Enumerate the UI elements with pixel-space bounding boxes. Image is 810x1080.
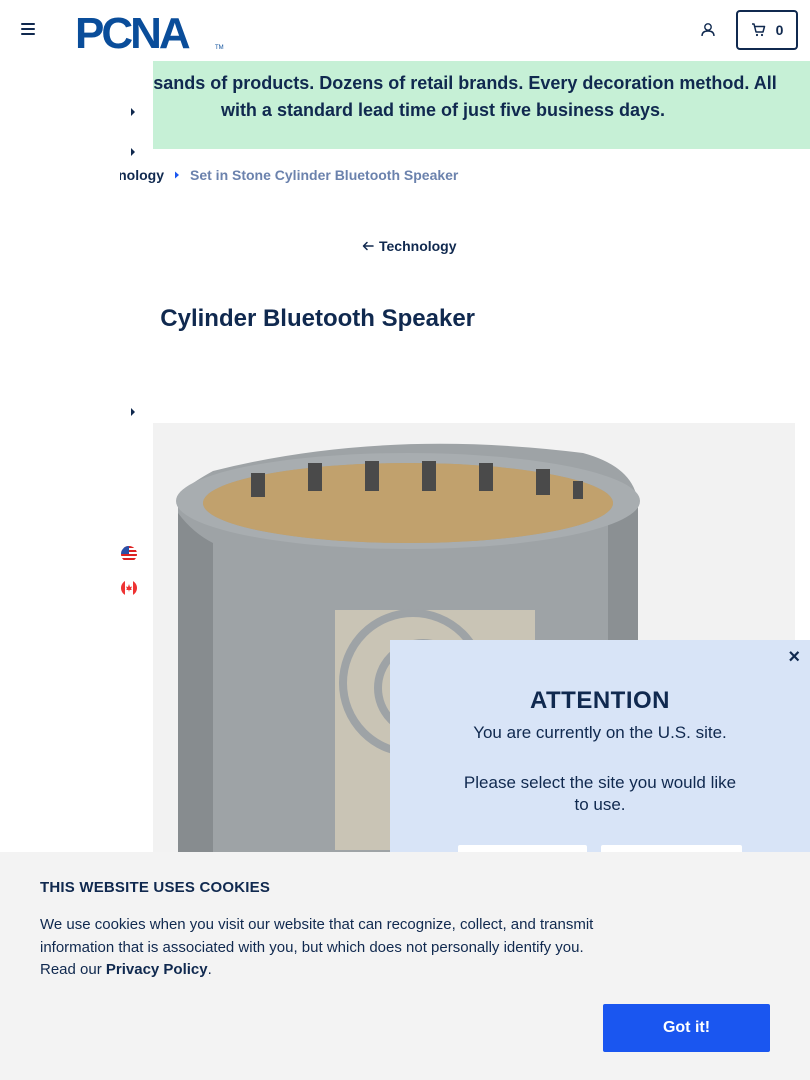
back-to-category-link[interactable]: Technology (362, 238, 457, 254)
caret-right-icon[interactable] (129, 107, 137, 117)
cart-button[interactable]: 0 (736, 10, 798, 50)
site-header: PCNA TM 0 (0, 0, 810, 61)
pcna-logo[interactable]: PCNA TM (75, 9, 225, 58)
arrow-left-icon (362, 241, 374, 251)
modal-current-site-text: You are currently on the U.S. site. (473, 723, 727, 742)
us-flag-icon[interactable] (121, 546, 137, 562)
account-icon[interactable] (698, 20, 718, 40)
breadcrumb-parent-link[interactable]: Technology (120, 167, 164, 183)
modal-title: ATTENTION (529, 687, 671, 714)
promo-banner: Thousands of products. Dozens of retail … (153, 61, 810, 149)
breadcrumb-current: Set in Stone Cylinder Bluetooth Speaker (190, 167, 459, 183)
privacy-policy-link[interactable]: Privacy Policy (106, 961, 208, 978)
cookie-title: THIS WEBSITE USES COOKIES (40, 879, 271, 896)
cookie-banner: THIS WEBSITE USES COOKIES We use cookies… (0, 852, 810, 1080)
promo-banner-text: Thousands of products. Dozens of retail … (153, 73, 777, 120)
cookie-period: . (207, 961, 212, 978)
close-icon[interactable]: × (788, 646, 800, 668)
logo-text: PCNA (75, 11, 190, 51)
caret-right-icon[interactable] (129, 147, 137, 157)
caret-right-icon (175, 171, 179, 179)
modal-select-site-text: Please select the site you would like to… (463, 773, 737, 814)
caret-right-icon[interactable] (129, 407, 137, 417)
product-title-clip: Set in Stone Cylinder Bluetooth Speaker (153, 305, 553, 337)
accept-cookies-button[interactable]: Got it! (603, 1004, 770, 1052)
cart-count: 0 (775, 22, 784, 38)
cart-icon (751, 23, 765, 37)
hamburger-icon[interactable] (21, 23, 35, 35)
breadcrumb: Technology Set in Stone Cylinder Bluetoo… (120, 166, 458, 184)
logo-mark: PCNA TM (75, 9, 224, 58)
back-link-label: Technology (379, 238, 457, 254)
product-title: Set in Stone Cylinder Bluetooth Speaker (153, 305, 475, 332)
canada-flag-icon[interactable] (121, 580, 137, 596)
svg-text:TM: TM (215, 45, 224, 51)
cookie-text: We use cookies when you visit our websit… (40, 914, 600, 982)
